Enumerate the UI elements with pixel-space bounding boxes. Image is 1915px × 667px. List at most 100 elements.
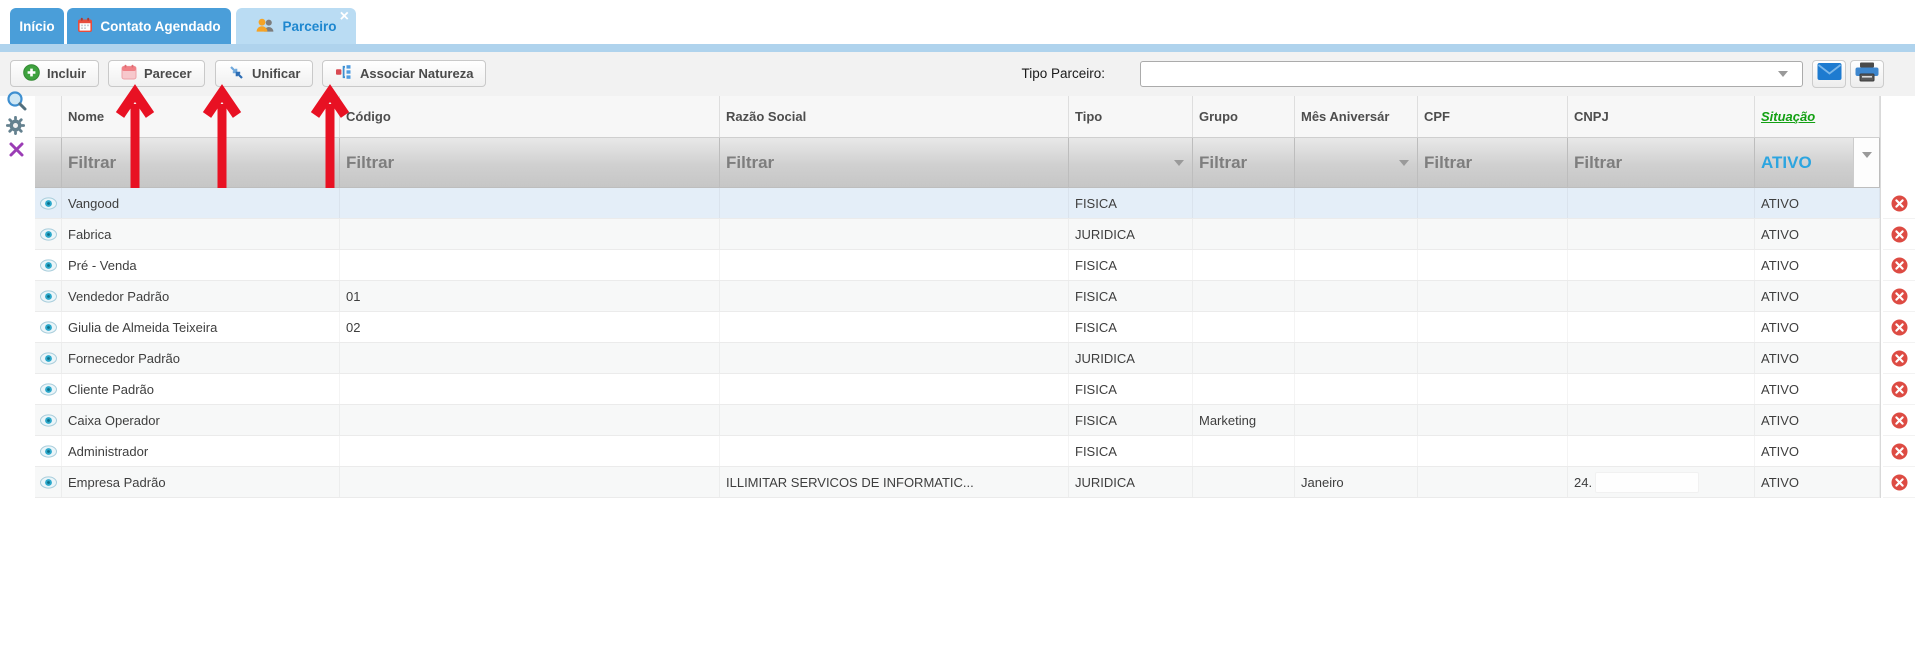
- filter-corner: [35, 138, 62, 187]
- print-button[interactable]: [1850, 60, 1884, 88]
- eye-icon: [39, 227, 57, 241]
- filter-cell-nome[interactable]: [62, 138, 340, 187]
- header-cell-nome[interactable]: Nome: [62, 96, 340, 137]
- header-cell-razao_social[interactable]: Razão Social: [720, 96, 1069, 137]
- table-row[interactable]: Empresa Padrão ILLIMITAR SERVICOS DE INFO…: [35, 467, 1880, 498]
- table-filter-row: ATIVO: [35, 137, 1880, 188]
- header-cell-tipo[interactable]: Tipo: [1069, 96, 1193, 137]
- filter-input-codigo[interactable]: [346, 152, 664, 173]
- row-delete-button[interactable]: [1883, 219, 1915, 250]
- tab-inicio[interactable]: Início: [10, 8, 64, 44]
- calendar-icon: [77, 17, 93, 36]
- row-delete-button[interactable]: [1883, 281, 1915, 312]
- row-view-cell[interactable]: [35, 405, 62, 435]
- header-cell-mes_aniversario[interactable]: Mês Aniversár: [1295, 96, 1418, 137]
- filter-cell-tipo[interactable]: [1069, 138, 1193, 187]
- row-delete-button[interactable]: [1883, 312, 1915, 343]
- cell-cnpj: [1568, 405, 1755, 435]
- row-view-cell[interactable]: [35, 219, 62, 249]
- row-view-cell[interactable]: [35, 312, 62, 342]
- header-label: Grupo: [1199, 109, 1238, 124]
- table-row[interactable]: Caixa Operador FISICA Marketing ATIVO: [35, 405, 1880, 436]
- header-label: Razão Social: [726, 109, 807, 124]
- gear-icon: [5, 116, 26, 140]
- cell-tipo: FISICA: [1069, 312, 1193, 342]
- filter-cell-grupo[interactable]: [1193, 138, 1295, 187]
- table-row[interactable]: Giulia de Almeida Teixeira 02 FISICA ATIVO: [35, 312, 1880, 343]
- filter-cell-mes_aniversario[interactable]: [1295, 138, 1418, 187]
- filter-input-cnpj[interactable]: [1574, 152, 1727, 173]
- parecer-calendar-icon: [121, 64, 137, 83]
- table-row[interactable]: Fornecedor Padrão JURIDICA ATIVO: [35, 343, 1880, 374]
- cell-codigo: [340, 467, 720, 497]
- tab-parceiro[interactable]: Parceiro ×: [236, 8, 356, 44]
- header-cell-grupo[interactable]: Grupo: [1193, 96, 1295, 137]
- table-row[interactable]: Cliente Padrão FISICA ATIVO: [35, 374, 1880, 405]
- row-view-cell[interactable]: [35, 374, 62, 404]
- cell-cnpj: [1568, 188, 1755, 218]
- row-view-cell[interactable]: [35, 188, 62, 218]
- close-icon[interactable]: ×: [340, 9, 349, 25]
- row-delete-button[interactable]: [1883, 188, 1915, 219]
- filter-input-razao_social[interactable]: [726, 152, 1017, 173]
- table-row[interactable]: Pré - Venda FISICA ATIVO: [35, 250, 1880, 281]
- filter-input-grupo[interactable]: [1199, 152, 1280, 173]
- delete-x-icon: [1891, 257, 1907, 273]
- associar-natureza-button[interactable]: Associar Natureza: [322, 60, 487, 87]
- email-button[interactable]: [1812, 60, 1846, 88]
- incluir-button[interactable]: Incluir: [10, 60, 100, 87]
- toolbar: Incluir Parecer Unificar Associar Nature…: [0, 52, 1915, 96]
- table-row[interactable]: Vangood FISICA ATIVO: [35, 188, 1880, 219]
- button-label: Unificar: [252, 66, 301, 81]
- row-delete-button[interactable]: [1883, 405, 1915, 436]
- filter-cell-situacao[interactable]: ATIVO: [1755, 138, 1880, 187]
- cell-tipo: FISICA: [1069, 188, 1193, 218]
- header-label: Código: [346, 109, 391, 124]
- table-row[interactable]: Vendedor Padrão 01 FISICA ATIVO: [35, 281, 1880, 312]
- cell-situacao: ATIVO: [1755, 436, 1880, 466]
- tab-contato-agendado[interactable]: Contato Agendado: [67, 8, 231, 44]
- filter-cell-cnpj[interactable]: [1568, 138, 1755, 187]
- filter-dropdown-situacao[interactable]: [1853, 138, 1879, 187]
- cell-mes_aniversario: [1295, 436, 1418, 466]
- cell-nome: Giulia de Almeida Teixeira: [62, 312, 340, 342]
- header-label: Tipo: [1075, 109, 1103, 124]
- header-cell-cpf[interactable]: CPF: [1418, 96, 1568, 137]
- cell-cpf: [1418, 188, 1568, 218]
- cell-cpf: [1418, 250, 1568, 280]
- unificar-button[interactable]: Unificar: [215, 60, 314, 87]
- table-row[interactable]: Fabrica JURIDICA ATIVO: [35, 219, 1880, 250]
- cell-nome: Pré - Venda: [62, 250, 340, 280]
- table-row[interactable]: Administrador FISICA ATIVO: [35, 436, 1880, 467]
- row-view-cell[interactable]: [35, 281, 62, 311]
- filter-input-cpf[interactable]: [1424, 152, 1546, 173]
- row-delete-button[interactable]: [1883, 250, 1915, 281]
- parecer-button[interactable]: Parecer: [108, 60, 205, 87]
- header-cell-situacao[interactable]: Situação: [1755, 96, 1880, 137]
- tipo-parceiro-select[interactable]: [1140, 61, 1803, 87]
- header-corner: [35, 96, 62, 137]
- search-button[interactable]: [6, 90, 27, 116]
- row-delete-button[interactable]: [1883, 374, 1915, 405]
- cell-grupo: [1193, 281, 1295, 311]
- clear-filter-button[interactable]: [8, 141, 25, 163]
- header-cell-cnpj[interactable]: CNPJ: [1568, 96, 1755, 137]
- filter-cell-razao_social[interactable]: [720, 138, 1069, 187]
- delete-x-icon: [1891, 319, 1907, 335]
- row-delete-button[interactable]: [1883, 343, 1915, 374]
- cell-cpf: [1418, 436, 1568, 466]
- header-cell-codigo[interactable]: Código: [340, 96, 720, 137]
- row-view-cell[interactable]: [35, 436, 62, 466]
- cell-grupo: Marketing: [1193, 405, 1295, 435]
- filter-cell-codigo[interactable]: [340, 138, 720, 187]
- row-view-cell[interactable]: [35, 250, 62, 280]
- row-view-cell[interactable]: [35, 467, 62, 497]
- row-delete-button[interactable]: [1883, 467, 1915, 498]
- row-delete-button[interactable]: [1883, 436, 1915, 467]
- row-view-cell[interactable]: [35, 343, 62, 373]
- chevron-down-icon: [1778, 71, 1788, 77]
- filter-input-nome[interactable]: [68, 152, 299, 173]
- redaction-box: [1595, 471, 1700, 493]
- settings-button[interactable]: [5, 115, 26, 141]
- filter-cell-cpf[interactable]: [1418, 138, 1568, 187]
